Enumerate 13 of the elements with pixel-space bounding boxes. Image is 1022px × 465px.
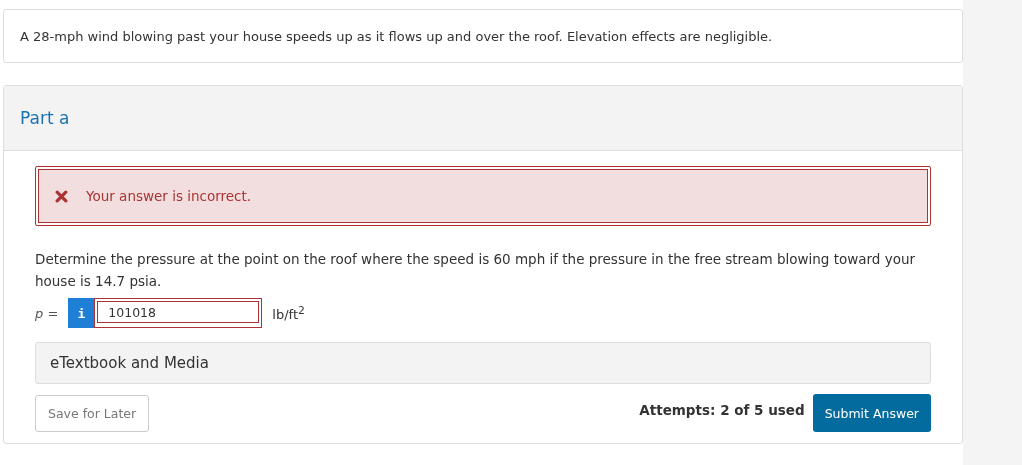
question-prompt: Determine the pressure at the point on the roof where the speed is 60 mph if the pressure in the free stream blowing toward your house is 14.7 psia. [35,250,917,291]
save-button[interactable]: Save for Later [35,394,150,432]
feedback-text: Your answer is incorrect. [86,188,252,204]
question-text: A 28-mph wind blowing past your house speeds up as it flows up and over the roof. Elevation effects are negligible. [20,28,773,44]
attempts-text: Attempts: 2 of 5 used [639,402,805,418]
unit-label: lb/ft$^{2}$ [272,303,305,323]
submit-button[interactable]: Submit Answer [812,394,931,432]
answer-field[interactable]: 101018 [94,298,263,328]
part-title: Part a [20,108,70,128]
answer-label: p = [35,305,59,321]
info-button[interactable]: i [68,298,95,328]
cross-icon [55,189,68,203]
resources-link[interactable]: eTextbook and Media [50,354,209,372]
